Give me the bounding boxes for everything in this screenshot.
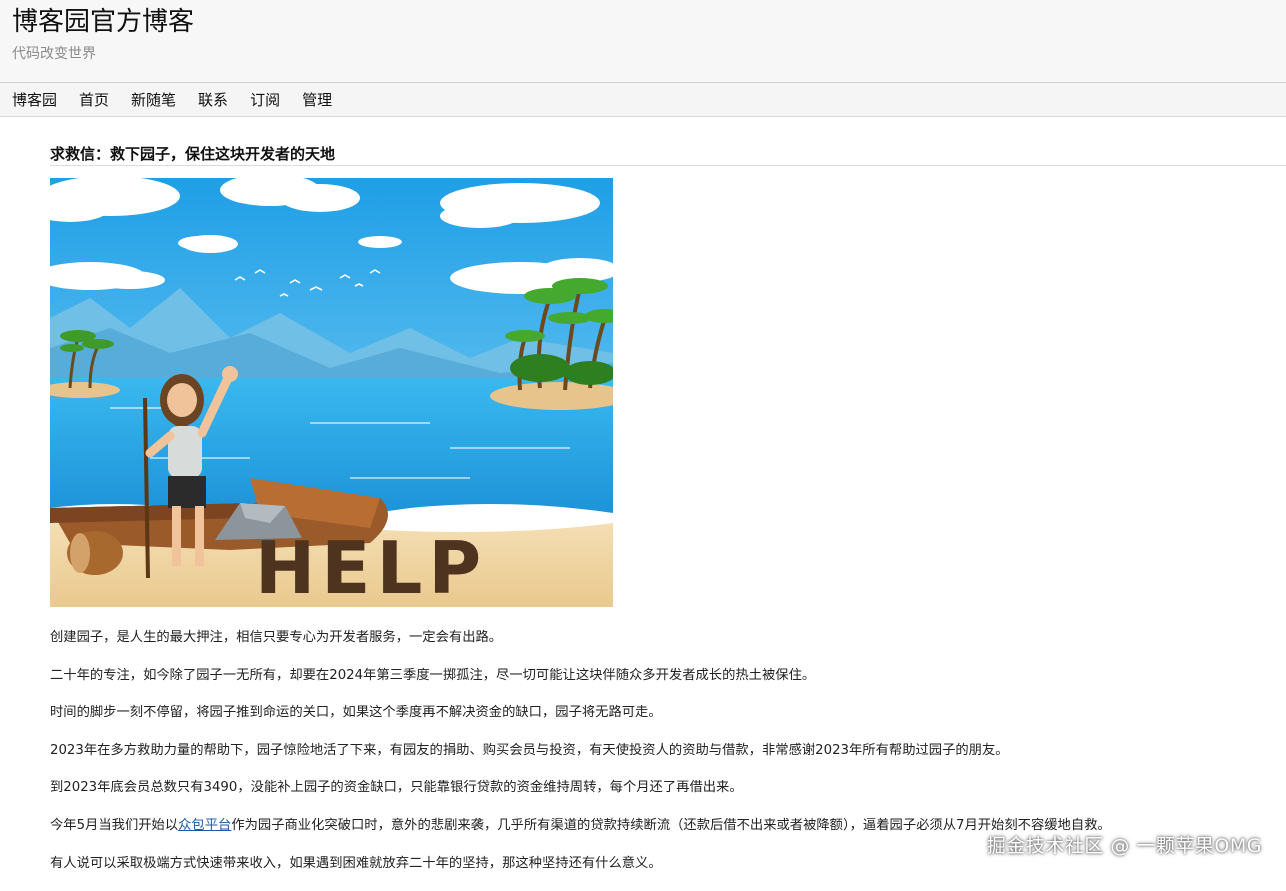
post-paragraph-text: 作为园子商业化突破口时，意外的悲剧来袭，几乎所有渠道的贷款持续断流（还款后借不出… (231, 817, 1111, 833)
help-sign-text: HELP (255, 526, 487, 607)
post-paragraph: 2023年在多方救助力量的帮助下，园子惊险地活了下来，有园友的捐助、购买会员与投… (50, 742, 1009, 758)
blog-title-link[interactable]: 博客园官方博客 (12, 6, 194, 38)
post-paragraph: 二十年的专注，如今除了园子一无所有，却要在2024年第三季度一掷孤注，尽一切可能… (50, 667, 816, 683)
post-title[interactable]: 求救信：救下园子，保住这块开发者的天地 (50, 143, 335, 164)
crowdsourcing-platform-link[interactable]: 众包平台 (178, 818, 231, 833)
title-divider (50, 165, 1286, 166)
nav-item-home[interactable]: 首页 (79, 89, 109, 110)
nav-item-subscribe[interactable]: 订阅 (250, 89, 280, 110)
post-paragraph: 创建园子，是人生的最大押注，相信只要专心为开发者服务，一定会有出路。 (50, 630, 503, 645)
post-paragraph-text: 今年5月当我们开始以 (50, 817, 179, 833)
nav-bar: 博客园 首页 新随笔 联系 订阅 管理 (0, 83, 1286, 117)
watermark: 掘金技术社区 @ 一颗苹果OMG (986, 835, 1262, 857)
post-paragraph: 时间的脚步一刻不停留，将园子推到命运的关口，如果这个季度再不解决资金的缺口，园子… (50, 705, 662, 721)
nav-item-new-post[interactable]: 新随笔 (131, 89, 176, 110)
nav-item-cnblogs[interactable]: 博客园 (12, 89, 57, 110)
blog-subtitle: 代码改变世界 (12, 46, 96, 62)
post-illustration: HELP (50, 178, 613, 607)
nav-item-manage[interactable]: 管理 (302, 89, 332, 110)
nav-item-contact[interactable]: 联系 (198, 89, 228, 110)
post-paragraph: 到2023年底会员总数只有3490，没能补上园子的资金缺口，只能靠银行贷款的资金… (50, 780, 743, 796)
blog-header: 博客园官方博客 代码改变世界 (0, 0, 1286, 83)
